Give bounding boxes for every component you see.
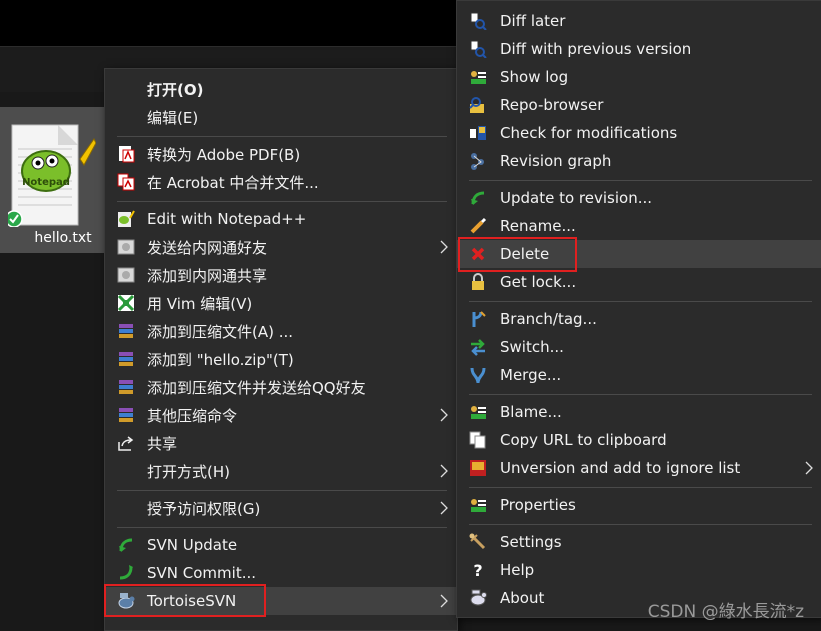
chevron-right-icon (440, 240, 448, 254)
rename-icon (470, 217, 487, 234)
menu-item-show-log[interactable]: Show log (457, 63, 821, 91)
menu-item-help[interactable]: ? Help (457, 556, 821, 584)
switch-icon (471, 339, 485, 356)
menu-item-properties[interactable]: Properties (457, 491, 821, 519)
vim-icon (117, 294, 135, 312)
share-icon (118, 436, 134, 451)
notepadpp-icon (118, 210, 135, 227)
repo-browser-icon (469, 97, 484, 113)
menu-separator (117, 201, 447, 202)
ignore-icon (470, 460, 486, 476)
menu-item-other-compress[interactable]: 其他压缩命令 (105, 401, 457, 429)
menu-separator (117, 527, 447, 528)
notepadpp-file-icon: Notepad (8, 124, 96, 227)
acrobat-combine-icon (117, 173, 135, 191)
menu-item-diff-previous[interactable]: Diff with previous version (457, 35, 821, 63)
chevron-right-icon (440, 501, 448, 515)
menu-item-switch[interactable]: Switch... (457, 333, 821, 361)
annotation-highlight-delete (458, 237, 577, 272)
menu-item-branch-tag[interactable]: Branch/tag... (457, 305, 821, 333)
menu-item-convert-pdf[interactable]: 转换为 Adobe PDF(B) (105, 140, 457, 168)
winrar-icon (119, 324, 133, 338)
menu-item-edit-notepadpp[interactable]: Edit with Notepad++ (105, 205, 457, 233)
blame-icon (471, 406, 486, 419)
menu-item-repo-browser[interactable]: Repo-browser (457, 91, 821, 119)
settings-icon (469, 533, 486, 550)
adobe-pdf-icon (119, 146, 135, 163)
menu-item-merge[interactable]: Merge... (457, 361, 821, 389)
menu-item-diff-later[interactable]: Diff later (457, 7, 821, 35)
copy-url-icon (469, 431, 486, 449)
menu-separator (469, 524, 812, 525)
chevron-right-icon (440, 464, 448, 478)
intranet-icon (117, 267, 135, 283)
menu-item-svn-commit[interactable]: SVN Commit... (105, 559, 457, 587)
menu-item-grant-access[interactable]: 授予访问权限(G) (105, 494, 457, 522)
menu-item-blame[interactable]: Blame... (457, 398, 821, 426)
help-icon: ? (473, 561, 482, 579)
branch-icon (472, 311, 486, 327)
menu-item-send-intranet[interactable]: 发送给内网通好友 (105, 233, 457, 261)
menu-item-add-archive[interactable]: 添加到压缩文件(A) ... (105, 317, 457, 345)
svn-update-icon (119, 538, 133, 552)
menu-separator (469, 180, 812, 181)
menu-item-update-to-revision[interactable]: Update to revision... (457, 184, 821, 212)
menu-item-add-hello-zip[interactable]: 添加到 "hello.zip"(T) (105, 345, 457, 373)
intranet-icon (117, 239, 135, 255)
menu-item-open[interactable]: 打开(O) (105, 75, 457, 103)
svg-text:?: ? (473, 561, 482, 579)
menu-item-copy-url[interactable]: Copy URL to clipboard (457, 426, 821, 454)
explorer-context-menu: 打开(O) 编辑(E) 转换为 Adobe PDF(B) 在 Acrobat 中… (104, 68, 458, 631)
winrar-icon (119, 352, 133, 366)
menu-separator (469, 394, 812, 395)
check-modifications-icon (470, 126, 486, 140)
menu-separator (469, 487, 812, 488)
menu-item-svn-update[interactable]: SVN Update (105, 531, 457, 559)
menu-item-vim-edit[interactable]: 用 Vim 编辑(V) (105, 289, 457, 317)
menu-item-edit[interactable]: 编辑(E) (105, 103, 457, 131)
chevron-right-icon (440, 594, 448, 608)
menu-item-open-with[interactable]: 打开方式(H) (105, 457, 457, 485)
chevron-right-icon (805, 461, 813, 475)
annotation-highlight-tortoisesvn (104, 584, 266, 617)
svg-text:Notepad: Notepad (22, 177, 70, 188)
menu-item-acrobat-combine[interactable]: 在 Acrobat 中合并文件... (105, 168, 457, 196)
menu-separator (469, 301, 812, 302)
menu-separator (117, 490, 447, 491)
menu-item-settings[interactable]: Settings (457, 528, 821, 556)
show-log-icon (471, 71, 486, 84)
diff-icon (470, 40, 487, 58)
menu-item-check-modifications[interactable]: Check for modifications (457, 119, 821, 147)
svn-commit-icon (119, 565, 133, 580)
diff-later-icon (470, 12, 487, 30)
menu-item-share[interactable]: 共享 (105, 429, 457, 457)
menu-item-unversion-ignore[interactable]: Unversion and add to ignore list (457, 454, 821, 482)
menu-item-get-lock[interactable]: Get lock... (457, 268, 821, 296)
watermark: CSDN @綠水長流*z (647, 602, 804, 622)
menu-separator (117, 136, 447, 137)
chevron-right-icon (440, 408, 448, 422)
menu-item-intranet-share[interactable]: 添加到内网通共享 (105, 261, 457, 289)
about-icon (470, 589, 487, 606)
merge-icon (470, 367, 486, 384)
tortoisesvn-submenu: Diff later Diff with previous version Sh… (456, 0, 821, 618)
update-revision-icon (471, 191, 485, 205)
winrar-icon (119, 408, 133, 422)
properties-icon (471, 499, 486, 512)
menu-item-archive-send-qq[interactable]: 添加到压缩文件并发送给QQ好友 (105, 373, 457, 401)
menu-item-revision-graph[interactable]: Revision graph (457, 147, 821, 175)
winrar-icon (119, 380, 133, 394)
revision-graph-icon (471, 153, 484, 170)
lock-icon (472, 273, 484, 290)
menu-item-rename[interactable]: Rename... (457, 212, 821, 240)
